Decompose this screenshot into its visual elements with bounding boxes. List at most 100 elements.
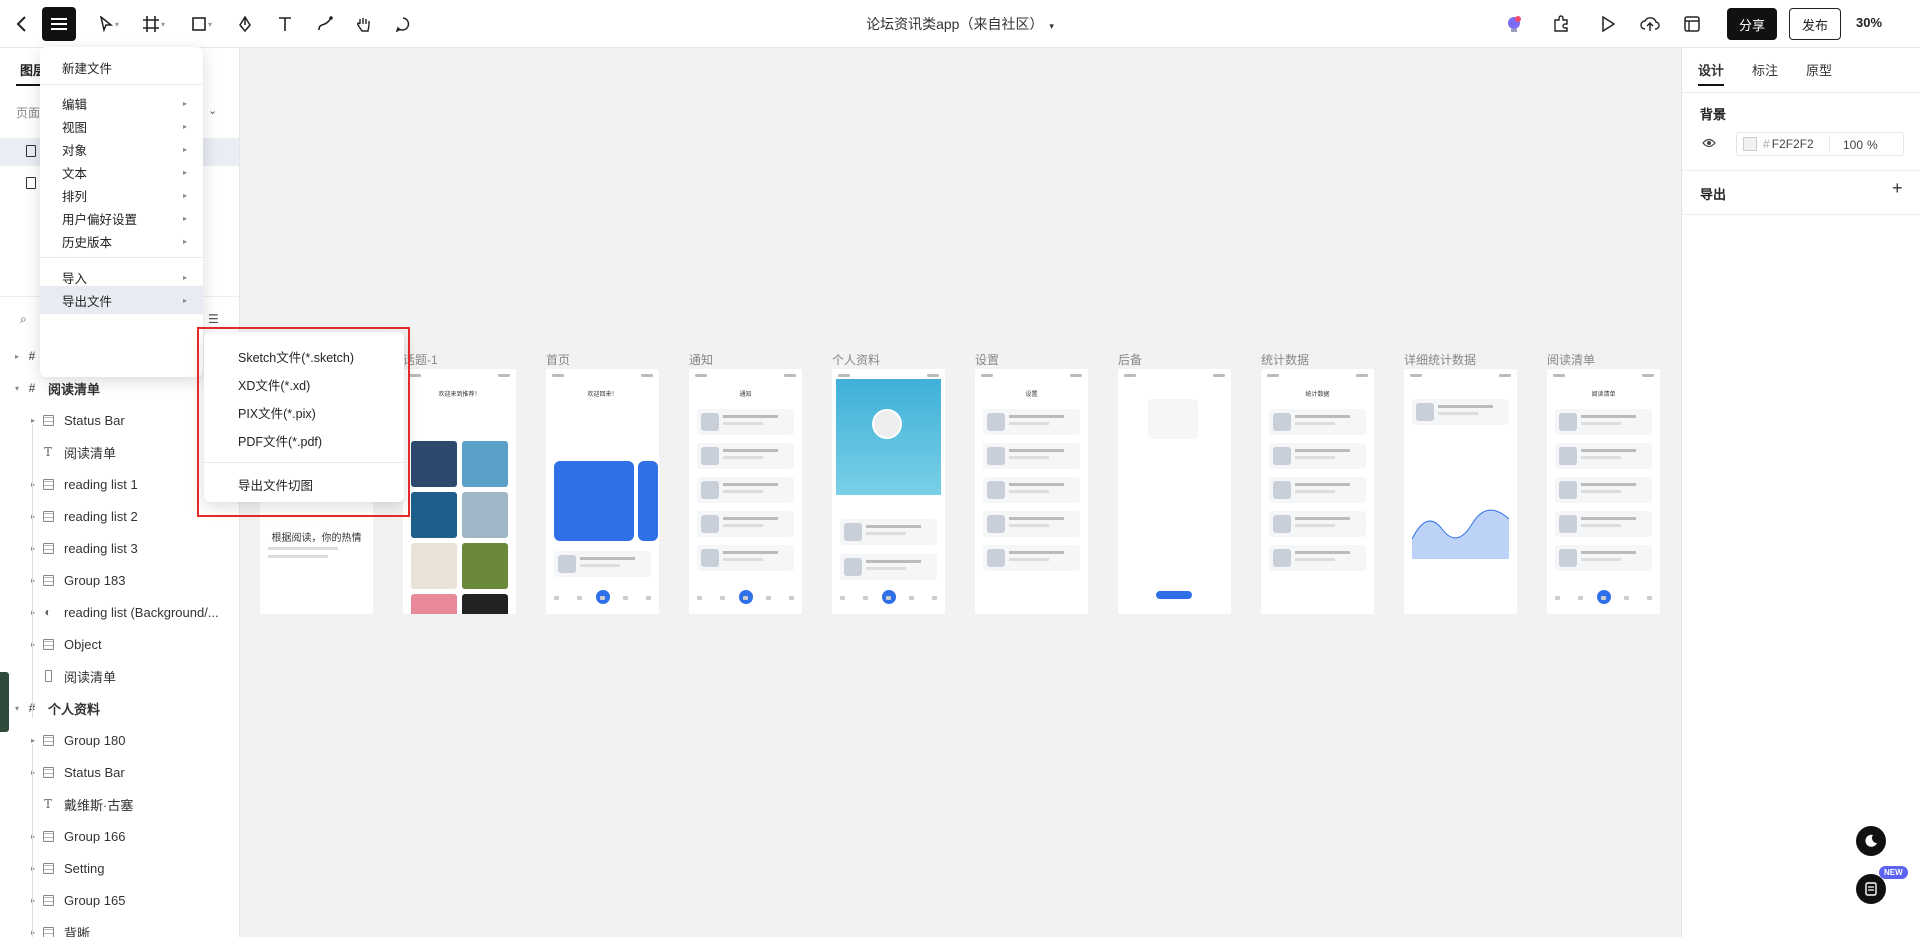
background-hex-value[interactable]: F2F2F2 xyxy=(1772,137,1814,151)
artboard-label[interactable]: 设置 xyxy=(975,351,999,368)
rectangle-tool-icon[interactable]: ▾ xyxy=(186,10,218,38)
layer-filter-icon[interactable]: ☰ xyxy=(208,312,219,326)
hand-tool-icon[interactable] xyxy=(351,10,377,38)
rectangle-layer-icon xyxy=(40,668,56,684)
dark-mode-toggle-button[interactable] xyxy=(1856,826,1886,856)
collapse-arrow-icon[interactable]: ▸ xyxy=(26,736,40,745)
collapse-arrow-icon[interactable]: ▸ xyxy=(10,352,24,361)
connector-tool-icon[interactable] xyxy=(312,10,338,38)
artboard-label[interactable]: 个人资料 xyxy=(832,351,880,368)
collapse-arrow-icon[interactable]: ▸ xyxy=(26,480,40,489)
artboard-label[interactable]: 统计数据 xyxy=(1261,351,1309,368)
file-title[interactable]: 论坛资讯类app（来自社区） xyxy=(866,16,1043,32)
layer-item[interactable]: 阅读清单 xyxy=(0,660,239,692)
ai-assistant-icon[interactable] xyxy=(1500,10,1528,38)
main-menu-button[interactable] xyxy=(42,7,76,41)
zoom-level[interactable]: 30% xyxy=(1856,15,1882,30)
list-item xyxy=(697,443,794,469)
share-button[interactable]: 分享 xyxy=(1727,8,1777,40)
submenu-arrow-icon: ▸ xyxy=(182,190,187,200)
collapse-arrow-icon[interactable]: ▸ xyxy=(26,544,40,553)
collapse-arrow-icon[interactable]: ▸ xyxy=(26,416,40,425)
image-tile xyxy=(462,441,508,487)
artboard-label[interactable]: 阅读清单 xyxy=(1547,351,1595,368)
tab-prototype[interactable]: 原型 xyxy=(1806,60,1832,79)
collapse-arrow-icon[interactable]: ▸ xyxy=(26,864,40,873)
menu-item-label: 新建文件 xyxy=(62,61,113,76)
layer-label: reading list 1 xyxy=(64,476,138,492)
collapse-arrow-icon[interactable]: ▸ xyxy=(26,640,40,649)
layer-item-frame[interactable]: ▾#个人资料 xyxy=(0,692,239,724)
menu-item[interactable]: 历史版本 ▸ xyxy=(40,227,203,255)
menu-item[interactable]: 导出文件 ▸ xyxy=(40,286,203,314)
artboard-label[interactable]: 首页 xyxy=(546,351,570,368)
artboard-thumbnail[interactable]: 戴维斯·古塞 xyxy=(832,369,945,614)
upload-cloud-icon[interactable] xyxy=(1636,10,1664,38)
layer-label: 阅读清单 xyxy=(64,445,117,461)
design-canvas[interactable]: 根据阅读，你的热情话题-1欢迎来到推荐！首页欢迎回来！通知通知个人资料戴维斯·古… xyxy=(240,48,1681,937)
artboard-label[interactable]: 后备 xyxy=(1118,351,1142,368)
collapse-arrow-icon[interactable]: ▸ xyxy=(26,832,40,841)
pages-collapse-chevron-icon[interactable]: ⌄ xyxy=(208,104,217,117)
collapse-arrow-icon[interactable]: ▸ xyxy=(26,608,40,617)
layout-panel-icon[interactable] xyxy=(1678,10,1706,38)
document-help-button[interactable] xyxy=(1856,874,1886,904)
pen-tool-icon[interactable] xyxy=(232,10,258,38)
list-item xyxy=(554,551,651,577)
artboard-label[interactable]: 通知 xyxy=(689,351,713,368)
layer-item[interactable]: ▸ Status Bar xyxy=(0,756,239,788)
menu-item-label: 导出文件 xyxy=(62,294,113,309)
move-tool-icon[interactable]: ▾ xyxy=(94,10,124,38)
image-tile xyxy=(411,492,457,538)
tab-annotate[interactable]: 标注 xyxy=(1752,60,1778,79)
publish-button[interactable]: 发布 xyxy=(1789,8,1841,40)
collapse-arrow-icon[interactable]: ▸ xyxy=(26,576,40,585)
tab-design[interactable]: 设计 xyxy=(1698,60,1724,79)
back-icon[interactable] xyxy=(10,10,34,38)
layer-item[interactable]: ▸ reading list 3 xyxy=(0,532,239,564)
artboard-thumbnail[interactable] xyxy=(1118,369,1231,614)
menu-item[interactable]: 新建文件 xyxy=(40,53,203,81)
artboard-caption: 根据阅读，你的热情 xyxy=(271,533,362,544)
layer-item[interactable]: ▸ Group 180 xyxy=(0,724,239,756)
submenu-arrow-icon: ▸ xyxy=(182,295,187,305)
text-tool-icon[interactable] xyxy=(272,10,298,38)
expand-arrow-icon[interactable]: ▾ xyxy=(10,384,24,393)
background-color-field[interactable]: # F2F2F2 100 % xyxy=(1736,132,1904,156)
artboard-thumbnail[interactable] xyxy=(1404,369,1517,614)
artboard-thumbnail[interactable]: 欢迎回来！ xyxy=(546,369,659,614)
color-swatch[interactable] xyxy=(1743,137,1757,151)
collapse-arrow-icon[interactable]: ▸ xyxy=(26,512,40,521)
layer-item[interactable]: ▸ ◐ reading list (Background/... xyxy=(0,596,239,628)
layer-item[interactable]: ▸ Group 183 xyxy=(0,564,239,596)
layer-search-icon[interactable]: ⌕ xyxy=(20,312,27,327)
title-chevron-down-icon[interactable]: ▾ xyxy=(1049,21,1054,31)
layer-item[interactable]: ▸ Setting xyxy=(0,852,239,884)
side-handle[interactable] xyxy=(0,672,9,732)
artboard-thumbnail[interactable]: 通知 xyxy=(689,369,802,614)
add-export-button[interactable]: + xyxy=(1892,178,1903,199)
comment-tool-icon[interactable] xyxy=(390,10,416,38)
layer-item[interactable]: ▸ 背晰 xyxy=(0,916,239,937)
visibility-eye-icon[interactable] xyxy=(1702,136,1716,151)
artboard-thumbnail[interactable]: 设置 xyxy=(975,369,1088,614)
plugin-icon[interactable] xyxy=(1547,10,1575,38)
layer-item[interactable]: ▸ Group 165 xyxy=(0,884,239,916)
background-opacity-value[interactable]: 100 xyxy=(1843,138,1863,152)
expand-arrow-icon[interactable]: ▾ xyxy=(10,704,24,713)
frame-tool-icon[interactable]: ▾ xyxy=(138,10,170,38)
collapse-arrow-icon[interactable]: ▸ xyxy=(26,768,40,777)
layer-item[interactable]: T 戴维斯·古塞 xyxy=(0,788,239,820)
collapse-arrow-icon[interactable]: ▸ xyxy=(26,896,40,905)
layer-item[interactable]: ▸ Object xyxy=(0,628,239,660)
layer-label: Status Bar xyxy=(64,412,125,428)
artboard-thumbnail[interactable]: 统计数据 xyxy=(1261,369,1374,614)
artboard-thumbnail[interactable]: 阅读清单 xyxy=(1547,369,1660,614)
layer-item[interactable]: ▸ Group 166 xyxy=(0,820,239,852)
artboard-thumbnail[interactable]: 欢迎来到推荐！ xyxy=(403,369,516,614)
menu-item-label: 排列 xyxy=(62,189,88,204)
collapse-arrow-icon[interactable]: ▸ xyxy=(26,928,40,937)
group-layer-icon xyxy=(40,924,56,937)
artboard-label[interactable]: 详细统计数据 xyxy=(1404,351,1476,368)
play-prototype-icon[interactable] xyxy=(1594,10,1622,38)
